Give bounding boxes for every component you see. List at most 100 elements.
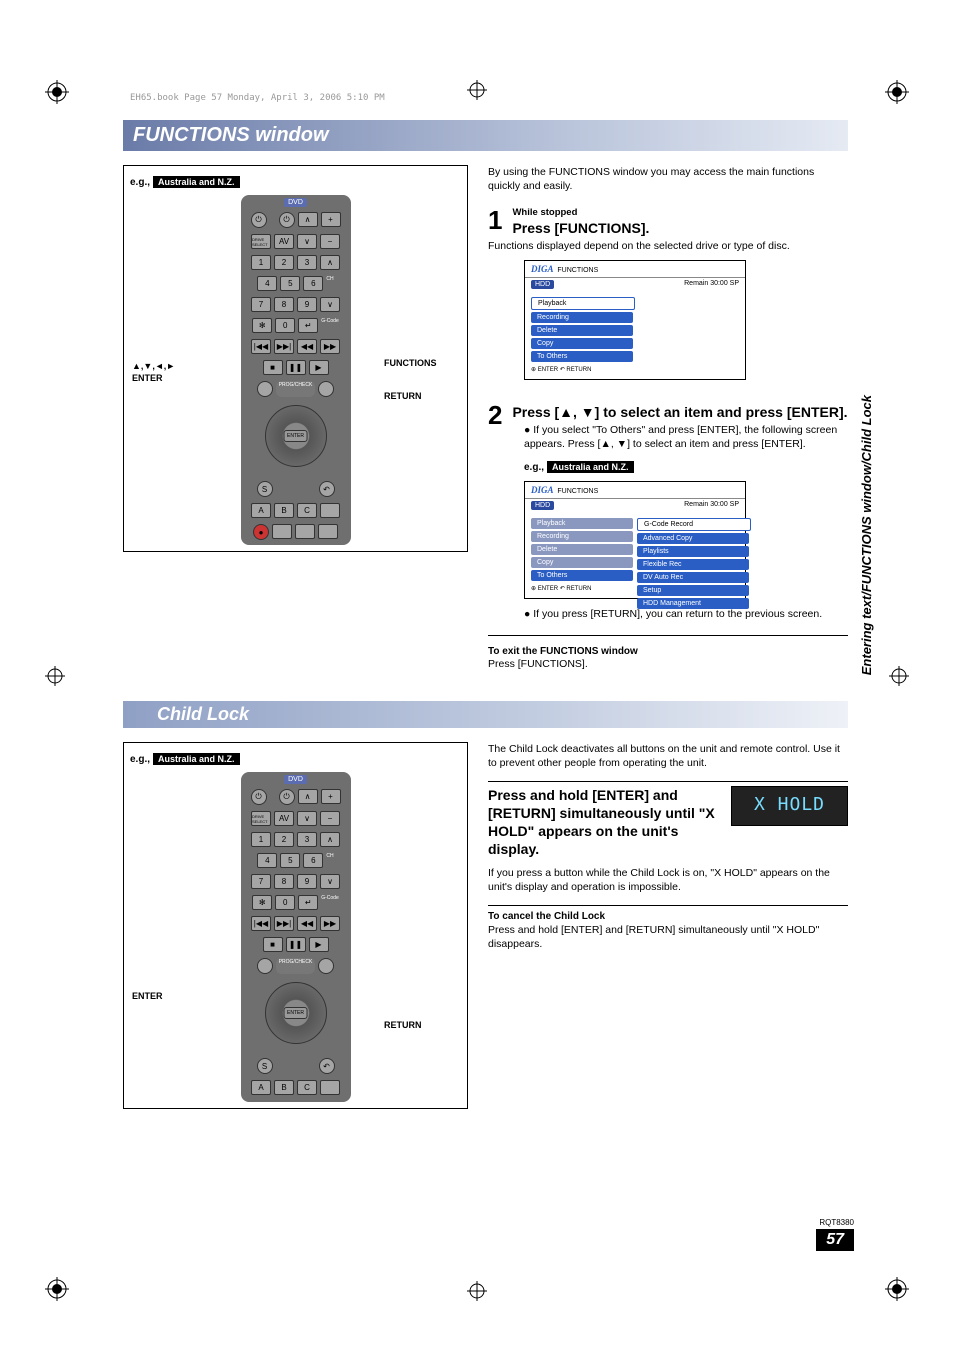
key-8: 8: [274, 297, 294, 312]
av-button: AV: [274, 234, 294, 249]
remain-label-2: Remain 30:00 SP: [684, 501, 739, 510]
chapter: C: [297, 503, 317, 518]
section-title-childlock: Child Lock: [123, 701, 848, 728]
brand-2: DIGA: [531, 485, 554, 495]
hdd-badge-2: HDD: [531, 501, 554, 510]
power-button: ⏻: [251, 212, 267, 228]
ch-up2: ∧: [320, 255, 340, 270]
ch-down2: ∨: [320, 297, 340, 312]
frec: [295, 524, 315, 539]
hdd-badge: HDD: [531, 280, 554, 289]
panel-item: Copy: [531, 338, 633, 349]
region-tag: Australia and N.Z.: [153, 176, 240, 188]
manualskip: [318, 381, 334, 397]
ch-label: CH: [326, 276, 333, 291]
skip-fwd: ▶▶|: [274, 339, 294, 354]
exit-body: Press [FUNCTIONS].: [488, 657, 848, 671]
region-tag-3: Australia and N.Z.: [153, 753, 240, 765]
nav-ring: ENTER: [265, 405, 327, 467]
panel-item: Advanced Copy: [637, 533, 749, 544]
panel-item: HDD Management: [637, 598, 749, 609]
intro-text: By using the FUNCTIONS window you may ac…: [488, 165, 848, 193]
panel-item: Flexible Rec: [637, 559, 749, 570]
panel-item: Recording: [531, 531, 633, 542]
step-2-bullet: ● If you select "To Others" and press [E…: [524, 423, 848, 451]
panel-item: Playlists: [637, 546, 749, 557]
step-1-number: 1: [488, 207, 502, 233]
ch-up: ∧: [298, 212, 318, 227]
cancel-head: To cancel the Child Lock: [488, 905, 848, 924]
side-section-label: Entering text/FUNCTIONS window/Child Loc…: [859, 395, 874, 675]
panel-item: Recording: [531, 312, 633, 323]
key-2: 2: [274, 255, 294, 270]
callout-return-2: RETURN: [384, 1020, 422, 1030]
tv-power: ⏻: [279, 212, 295, 228]
return-button: ↶: [319, 481, 335, 497]
stop-button: ■: [263, 360, 283, 375]
page-number: 57: [816, 1229, 854, 1251]
crop-mark: [45, 1277, 69, 1301]
progcheck: PROG/CHECK: [276, 381, 316, 397]
display-text: X HOLD: [754, 793, 825, 817]
doc-code: RQT8380: [816, 1218, 854, 1227]
recmode: [272, 524, 292, 539]
step-2-number: 2: [488, 402, 502, 428]
panel-item: G-Code Record: [637, 518, 751, 531]
panel-item: DV Auto Rec: [637, 572, 749, 583]
display: B: [274, 503, 294, 518]
key-9: 9: [297, 297, 317, 312]
crop-mark: [467, 1281, 487, 1301]
panel-item: Playback: [531, 297, 635, 310]
remote-illustration-1: e.g.,Australia and N.Z. DVD ⏻ ⏻ ∧ +: [123, 165, 468, 552]
key-6: 6: [303, 276, 323, 291]
unit-display: X HOLD: [731, 786, 848, 826]
region-tag-2: Australia and N.Z.: [547, 461, 634, 473]
key-7: 7: [251, 297, 271, 312]
key-5: 5: [280, 276, 300, 291]
status: [320, 503, 340, 518]
slow-back: ◀◀: [297, 339, 317, 354]
callout-functions: FUNCTIONS: [384, 358, 437, 368]
eg-prefix-3: e.g.,: [130, 754, 150, 765]
timeslip: [257, 381, 273, 397]
key-star: ✻: [252, 318, 272, 333]
vol-down: −: [320, 234, 340, 249]
step-1-condition: While stopped: [488, 207, 848, 218]
panel-item: Delete: [531, 544, 633, 555]
functions-panel-2: DIGA FUNCTIONS HDD Remain 30:00 SP Playb…: [524, 481, 746, 599]
panel-item: To Others: [531, 570, 633, 581]
skip-back: |◀◀: [251, 339, 271, 354]
panel-item: To Others: [531, 351, 633, 362]
callout-arrows: ▲,▼,◄,►: [132, 361, 175, 371]
drive-select: DRIVE SELECT: [251, 234, 271, 249]
cancel-body: Press and hold [ENTER] and [RETURN] simu…: [488, 923, 848, 951]
enter-button-2: ENTER: [283, 1007, 308, 1019]
panel-item: Playback: [531, 518, 633, 529]
power-button-2: ⏻: [251, 789, 267, 805]
key-4: 4: [257, 276, 277, 291]
panel-item: Copy: [531, 557, 633, 568]
step-1-head: Press [FUNCTIONS].: [488, 220, 848, 236]
crop-mark: [467, 80, 487, 100]
rec-button: ●: [253, 524, 269, 540]
key-3: 3: [297, 255, 317, 270]
dvd-label-2: DVD: [284, 775, 307, 784]
callout-return: RETURN: [384, 391, 422, 401]
brand: DIGA: [531, 264, 554, 274]
child-intro: The Child Lock deactivates all buttons o…: [488, 742, 848, 770]
crop-mark: [885, 80, 909, 104]
play-button: ▶: [309, 360, 329, 375]
remote-illustration-2: e.g.,Australia and N.Z. DVD ⏻⏻∧+ DRIVE S…: [123, 742, 468, 1109]
step-2-head: Press [▲, ▼] to select an item and press…: [488, 404, 848, 420]
submenu: S: [257, 481, 273, 497]
book-header-line: EH65.book Page 57 Monday, April 3, 2006 …: [130, 93, 385, 103]
callout-enter: ENTER: [132, 373, 163, 383]
key-1: 1: [251, 255, 271, 270]
crop-mark: [889, 666, 909, 686]
slow-fwd: ▶▶: [320, 339, 340, 354]
pause-button: ❚❚: [286, 360, 306, 375]
key-gcode: ↵: [298, 318, 318, 333]
eg-prefix-2: e.g.,: [524, 462, 544, 473]
audio: A: [251, 503, 271, 518]
panel-item: Delete: [531, 325, 633, 336]
